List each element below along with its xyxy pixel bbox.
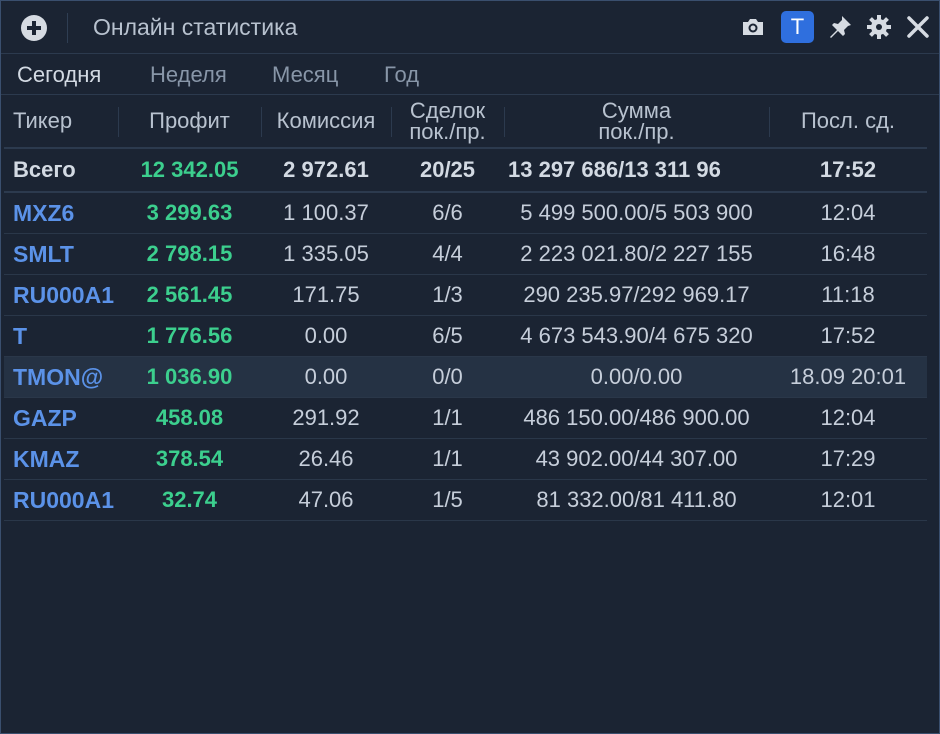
deals-cell: 0/0 xyxy=(432,364,463,389)
commission-cell: 171.75 xyxy=(292,282,360,307)
profit-cell: 2 561.45 xyxy=(146,282,233,307)
table-row[interactable]: RU000A1 2 561.45 171.75 1/3 290 235.97/2… xyxy=(4,275,927,316)
sum-cell: 4 673 543.90/4 675 320 xyxy=(520,323,753,348)
commission-cell: 1 100.37 xyxy=(283,200,369,225)
deals-cell: 1/1 xyxy=(432,405,463,430)
ticker-cell: RU000A1 xyxy=(13,281,114,308)
period-tabs: Сегодня Неделя Месяц Год xyxy=(1,54,939,95)
last-deal-cell: 17:52 xyxy=(820,323,876,348)
sum-cell: 43 902.00/44 307.00 xyxy=(535,446,738,471)
profit-cell: 2 798.15 xyxy=(146,241,233,266)
table-row[interactable]: SMLT 2 798.15 1 335.05 4/4 2 223 021.80/… xyxy=(4,234,927,275)
table-header: Тикер Профит Комиссия Сделок пок./пр. Су… xyxy=(4,95,927,149)
last-deal-cell: 16:48 xyxy=(820,241,876,266)
deals-cell: 6/5 xyxy=(432,323,463,348)
profit-cell: 32.74 xyxy=(161,487,218,512)
ticker-cell: GAZP xyxy=(13,404,77,431)
close-icon[interactable] xyxy=(905,14,931,40)
column-header-sum-line2: пок./пр. xyxy=(598,119,675,144)
sum-cell: 81 332.00/81 411.80 xyxy=(536,487,737,512)
ticker-cell: T xyxy=(13,322,28,349)
commission-cell: 0.00 xyxy=(304,364,348,389)
total-last-deal: 17:52 xyxy=(819,157,877,182)
title-bar: Онлайн статистика T xyxy=(1,1,939,54)
profit-cell: 458.08 xyxy=(155,405,224,430)
pin-icon[interactable] xyxy=(827,14,853,40)
tab-year[interactable]: Год xyxy=(384,62,419,88)
deals-cell: 4/4 xyxy=(432,241,463,266)
total-commission: 2 972.61 xyxy=(283,157,369,182)
camera-icon[interactable] xyxy=(740,14,766,40)
title-divider xyxy=(67,13,68,43)
total-sum: 13 297 686/13 311 96 xyxy=(508,157,721,182)
last-deal-cell: 12:04 xyxy=(820,405,876,430)
stats-table: Тикер Профит Комиссия Сделок пок./пр. Су… xyxy=(4,95,927,521)
table-row[interactable]: RU000A1 32.74 47.06 1/5 81 332.00/81 411… xyxy=(4,480,927,521)
deals-cell: 1/1 xyxy=(432,446,463,471)
column-divider[interactable] xyxy=(118,107,119,137)
tab-week[interactable]: Неделя xyxy=(150,62,227,88)
window-title: Онлайн статистика xyxy=(93,14,298,40)
ticker-cell: KMAZ xyxy=(13,445,80,472)
table-row[interactable]: GAZP 458.08 291.92 1/1 486 150.00/486 90… xyxy=(4,398,927,439)
gear-icon[interactable] xyxy=(866,14,892,40)
tab-today[interactable]: Сегодня xyxy=(17,62,101,88)
column-divider[interactable] xyxy=(261,107,262,137)
commission-cell: 1 335.05 xyxy=(283,241,369,266)
last-deal-cell: 11:18 xyxy=(821,282,875,307)
column-divider[interactable] xyxy=(769,107,770,137)
column-header-profit[interactable]: Профит xyxy=(118,95,261,147)
sum-cell: 290 235.97/292 969.17 xyxy=(523,282,750,307)
profit-cell: 1 036.90 xyxy=(146,364,233,389)
sum-cell: 486 150.00/486 900.00 xyxy=(523,405,750,430)
commission-cell: 291.92 xyxy=(292,405,360,430)
deals-cell: 6/6 xyxy=(432,200,463,225)
column-divider[interactable] xyxy=(504,107,505,137)
column-header-deals-line2: пок./пр. xyxy=(409,119,486,144)
column-header-deals[interactable]: Сделок пок./пр. xyxy=(391,95,504,147)
commission-cell: 26.46 xyxy=(298,446,354,471)
commission-cell: 0.00 xyxy=(304,323,348,348)
last-deal-cell: 18.09 20:01 xyxy=(789,364,907,389)
ticker-cell: TMON@ xyxy=(13,363,104,390)
column-header-ticker[interactable]: Тикер xyxy=(4,95,118,147)
plus-circle-icon[interactable] xyxy=(21,15,47,41)
table-row[interactable]: T 1 776.56 0.00 6/5 4 673 543.90/4 675 3… xyxy=(4,316,927,357)
column-header-commission[interactable]: Комиссия xyxy=(261,95,391,147)
profit-cell: 1 776.56 xyxy=(146,323,233,348)
table-row[interactable]: MXZ6 3 299.63 1 100.37 6/6 5 499 500.00/… xyxy=(4,193,927,234)
deals-cell: 1/3 xyxy=(432,282,463,307)
commission-cell: 47.06 xyxy=(298,487,354,512)
column-header-sum-line1: Сумма xyxy=(601,98,672,123)
sum-cell: 0.00/0.00 xyxy=(590,364,683,389)
column-divider[interactable] xyxy=(391,107,392,137)
sum-cell: 5 499 500.00/5 503 900 xyxy=(520,200,753,225)
profit-cell: 3 299.63 xyxy=(146,200,233,225)
total-deals: 20/25 xyxy=(419,157,476,182)
sum-cell: 2 223 021.80/2 227 155 xyxy=(520,241,753,266)
table-row[interactable]: KMAZ 378.54 26.46 1/1 43 902.00/44 307.0… xyxy=(4,439,927,480)
total-profit: 12 342.05 xyxy=(140,157,239,182)
table-row-selected[interactable]: TMON@ 1 036.90 0.00 0/0 0.00/0.00 18.09 … xyxy=(4,357,927,398)
total-label: Всего xyxy=(13,157,76,182)
online-stats-window: Онлайн статистика T Сегодня Неделя Месяц… xyxy=(0,0,940,734)
tab-month[interactable]: Месяц xyxy=(272,62,338,88)
ticker-cell: MXZ6 xyxy=(13,199,75,226)
column-header-deals-line1: Сделок xyxy=(409,98,486,123)
column-header-sum[interactable]: Сумма пок./пр. xyxy=(504,95,769,147)
last-deal-cell: 12:01 xyxy=(820,487,876,512)
deals-cell: 1/5 xyxy=(432,487,463,512)
ticker-cell: SMLT xyxy=(13,240,74,267)
ticker-cell: RU000A1 xyxy=(13,486,114,513)
last-deal-cell: 17:29 xyxy=(820,446,876,471)
total-row: Всего 12 342.05 2 972.61 20/25 13 297 68… xyxy=(4,149,927,193)
profit-cell: 378.54 xyxy=(155,446,224,471)
last-deal-cell: 12:04 xyxy=(820,200,876,225)
t-toggle-button[interactable]: T xyxy=(781,11,814,43)
column-header-last-deal[interactable]: Посл. сд. xyxy=(769,95,927,147)
